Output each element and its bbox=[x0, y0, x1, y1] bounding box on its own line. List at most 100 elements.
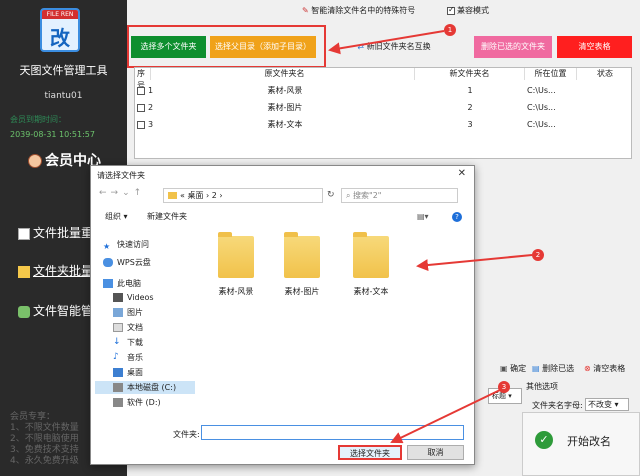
document-icon bbox=[113, 323, 123, 332]
member-note: 2、不限电脑使用 bbox=[10, 434, 79, 444]
app-window: FILE REN 改 天图文件管理工具 tiantu01 会员到期时间： 203… bbox=[0, 0, 640, 476]
search-input[interactable]: ⌕ 搜索"2" bbox=[341, 188, 458, 203]
row-checkbox[interactable] bbox=[137, 103, 145, 112]
nav-label: 软件 (D:) bbox=[127, 398, 161, 407]
dialog-title: 请选择文件夹 bbox=[97, 171, 145, 180]
nav-label: 桌面 bbox=[127, 368, 143, 377]
nav-wps-cloud[interactable]: WPS云盘 bbox=[103, 256, 151, 269]
cloud-icon bbox=[103, 258, 113, 267]
old-name: 素材-图片 bbox=[267, 103, 303, 112]
row-checkbox[interactable] bbox=[137, 86, 145, 95]
compat-label: 兼容模式 bbox=[457, 6, 489, 15]
folder-item[interactable]: 素材-图片 bbox=[281, 232, 323, 297]
edit-icon: ▣ bbox=[500, 364, 511, 373]
folder-item[interactable]: 素材-风景 bbox=[215, 232, 257, 297]
clear-table-button[interactable]: 清空表格 bbox=[557, 36, 632, 58]
download-icon: ↓ bbox=[113, 337, 121, 347]
nav-music[interactable]: ♪ 音乐 bbox=[113, 351, 143, 364]
annotation-marker: 3 bbox=[498, 381, 510, 393]
expire-label: 会员到期时间： bbox=[10, 115, 66, 124]
nav-buttons[interactable]: ←→⌄↑ bbox=[99, 188, 145, 198]
nav-this-pc[interactable]: 此电脑 bbox=[103, 277, 141, 290]
pin-icon: ✎ bbox=[302, 6, 312, 15]
bottom-panel: ▣ 确定 ▤ 删除已选 ⊗ 清空表格 其他选项 标题 ▾ 文件夹名字母: 不改变… bbox=[470, 360, 640, 476]
select-folder-button[interactable]: 选择文件夹 bbox=[338, 445, 402, 460]
nav-label: Videos bbox=[127, 293, 154, 302]
table-row[interactable]: 2 素材-图片 2 C:\Us... bbox=[135, 99, 631, 116]
nav-videos[interactable]: Videos bbox=[113, 291, 154, 304]
folder-item[interactable]: 素材-文本 bbox=[350, 232, 392, 297]
title-select-value: 标题 bbox=[492, 392, 506, 400]
delete-selected-button[interactable]: 删除已选的文件夹 bbox=[474, 36, 552, 58]
avatar-icon bbox=[28, 154, 42, 168]
address-bar[interactable]: « 桌面 › 2 › bbox=[163, 188, 323, 203]
close-icon[interactable]: ✕ bbox=[458, 168, 466, 179]
drive-icon bbox=[113, 398, 123, 407]
star-icon: ★ bbox=[103, 242, 111, 251]
folder-icon bbox=[353, 232, 389, 278]
path-sep: › bbox=[219, 191, 223, 200]
nav-drive-d[interactable]: 软件 (D:) bbox=[113, 396, 161, 409]
path-sep: › bbox=[206, 191, 210, 200]
col-header[interactable]: 原文件夹名 bbox=[155, 68, 415, 80]
col-header[interactable]: 序号 bbox=[137, 68, 151, 90]
document-icon bbox=[18, 227, 30, 240]
col-header[interactable]: 所在位置 bbox=[525, 68, 577, 80]
confirm-button[interactable]: ▣ 确定 bbox=[500, 363, 526, 374]
annotation-marker: 1 bbox=[444, 24, 456, 36]
nav-local-disk-c[interactable]: 本地磁盘 (C:) bbox=[95, 381, 195, 394]
cancel-button[interactable]: 取消 bbox=[407, 445, 464, 460]
new-folder-button[interactable]: 新建文件夹 bbox=[147, 208, 187, 226]
new-name: 2 bbox=[467, 103, 473, 112]
case-select[interactable]: 不改变 ▾ bbox=[585, 398, 629, 411]
col-header[interactable]: 新文件夹名 bbox=[415, 68, 525, 80]
view-icon[interactable]: ▤▾ bbox=[417, 208, 429, 226]
check-icon: ✓ bbox=[535, 431, 553, 449]
location: C:\Us... bbox=[527, 120, 556, 129]
video-icon bbox=[113, 293, 123, 302]
help-icon[interactable]: ? bbox=[452, 212, 462, 222]
clear-table-small-button[interactable]: ⊗ 清空表格 bbox=[584, 363, 625, 374]
folder-icon bbox=[18, 265, 30, 278]
search-icon: ⌕ bbox=[346, 191, 354, 200]
picture-icon bbox=[113, 308, 123, 317]
nav-label: 快速访问 bbox=[117, 240, 149, 249]
folder-picker-dialog: 请选择文件夹 ✕ ←→⌄↑ « 桌面 › 2 › ↻ ⌕ 搜索"2" 组织 ▾ … bbox=[90, 165, 475, 465]
highlight-box bbox=[127, 25, 326, 68]
nav-label: 文档 bbox=[127, 323, 143, 332]
annotation-marker: 2 bbox=[532, 249, 544, 261]
logo-badge: FILE REN bbox=[42, 10, 78, 19]
compat-mode-checkbox[interactable]: ✓ 兼容模式 bbox=[447, 5, 489, 16]
refresh-icon[interactable]: ↻ bbox=[327, 190, 335, 200]
table-row[interactable]: 3 素材-文本 3 C:\Us... bbox=[135, 116, 631, 133]
folder-icon bbox=[168, 192, 177, 199]
nav-desktop[interactable]: 桌面 bbox=[113, 366, 143, 379]
desktop-icon bbox=[113, 368, 123, 377]
start-label: 开始改名 bbox=[567, 435, 611, 448]
nav-label: 音乐 bbox=[127, 353, 143, 362]
start-rename-button[interactable]: ✓ 开始改名 bbox=[522, 412, 640, 476]
nav-documents[interactable]: 文档 bbox=[113, 321, 143, 334]
table-row[interactable]: 1 素材-风景 1 C:\Us... bbox=[135, 82, 631, 99]
organize-menu[interactable]: 组织 ▾ bbox=[105, 208, 128, 226]
swap-icon: ⇄ bbox=[357, 42, 367, 51]
swap-label: 新旧文件夹名互换 bbox=[366, 42, 431, 51]
folder-input[interactable] bbox=[201, 425, 464, 440]
nav-pictures[interactable]: 图片 bbox=[113, 306, 143, 319]
feature-link[interactable]: ✎ 智能清除文件名中的特殊符号 bbox=[302, 5, 415, 16]
col-header[interactable]: 状态 bbox=[577, 68, 633, 80]
row-checkbox[interactable] bbox=[137, 120, 145, 129]
app-logo: FILE REN 改 bbox=[40, 8, 80, 52]
delete-selected-small-button[interactable]: ▤ 删除已选 bbox=[532, 363, 574, 374]
nav-quick-access[interactable]: ★ 快速访问 bbox=[103, 238, 149, 251]
folder-icon bbox=[218, 232, 254, 278]
nav-downloads[interactable]: ↓ 下载 bbox=[113, 336, 143, 349]
swap-names-button[interactable]: ⇄ 新旧文件夹名互换 bbox=[352, 36, 436, 58]
app-name: 天图文件管理工具 bbox=[19, 64, 108, 77]
expire-date: 2039-08-31 10:51:57 bbox=[10, 130, 95, 139]
folder-name: 素材-文本 bbox=[353, 287, 389, 296]
drive-icon bbox=[113, 383, 123, 392]
path-part[interactable]: 桌面 bbox=[187, 191, 203, 200]
path-part[interactable]: 2 bbox=[212, 191, 217, 200]
row-no: 2 bbox=[148, 103, 154, 112]
